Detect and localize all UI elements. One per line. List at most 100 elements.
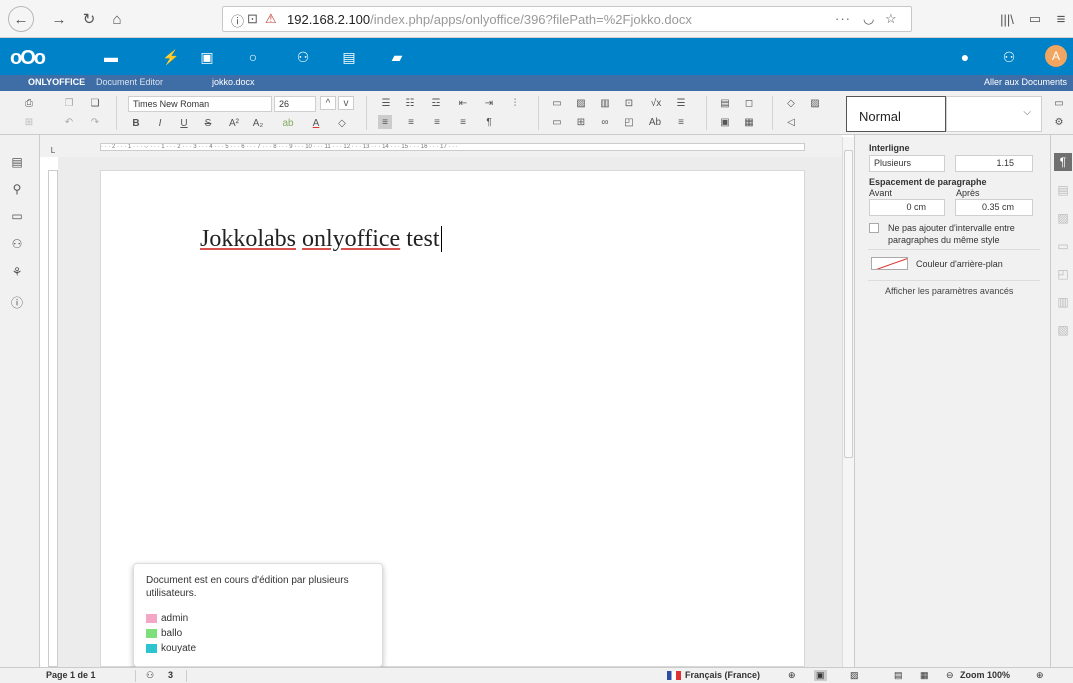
superscript-button[interactable]: A² (226, 116, 242, 130)
spacing-after-input[interactable]: 0.35 cm (955, 199, 1033, 216)
avatar[interactable]: A (1045, 45, 1067, 67)
contacts-menu-icon[interactable]: ⚇ (1000, 48, 1018, 66)
image-settings-icon[interactable]: ▨ (1054, 209, 1072, 227)
copy-style-icon[interactable]: ▨ (808, 96, 822, 110)
italic-button[interactable]: I (154, 116, 166, 130)
increase-indent-icon[interactable]: ⇥ (482, 96, 496, 110)
subscript-button[interactable]: A₂ (250, 116, 266, 130)
advanced-settings-link[interactable]: Afficher les paramètres avancés (885, 286, 1013, 296)
insert-chart-icon[interactable]: ▥ (598, 96, 612, 110)
columns-icon[interactable]: ≡ (674, 115, 688, 129)
highlight-icon[interactable]: ab (278, 116, 298, 130)
shading-icon[interactable]: ◇ (332, 116, 352, 130)
numbering-icon[interactable]: ☷ (402, 96, 418, 110)
zoom-in-icon[interactable]: ⊕ (1036, 670, 1044, 681)
advanced-settings-icon[interactable]: ⚙ (1050, 115, 1068, 129)
style-normal-preset[interactable]: Normal (846, 96, 946, 132)
spellcheck-icon[interactable]: ▣ (814, 670, 827, 681)
files-icon[interactable]: ▬ (102, 48, 120, 66)
back-icon[interactable]: ← (8, 6, 34, 32)
nextcloud-logo[interactable]: oOo (10, 47, 46, 70)
insert-shape-icon[interactable]: ◰ (622, 115, 636, 129)
insecure-lock-icon[interactable]: ⚠ (265, 11, 277, 27)
permissions-icon[interactable]: ⊡ (247, 11, 258, 27)
sidebar-icon[interactable]: ▭ (1024, 8, 1046, 30)
save-icon[interactable]: ⊞ (22, 115, 36, 129)
insert-link-icon[interactable]: ∞ (598, 115, 612, 129)
line-spacing-icon[interactable]: ⫶ (508, 96, 522, 110)
tab-stop-icon[interactable]: L (48, 143, 58, 157)
insert-textbox-icon[interactable]: ⊡ (622, 96, 636, 110)
decrease-indent-icon[interactable]: ⇤ (456, 96, 470, 110)
bullets-icon[interactable]: ☰ (378, 96, 394, 110)
insert-textart-icon[interactable]: Ab (646, 115, 664, 129)
library-icon[interactable]: |||\ (996, 8, 1018, 30)
align-center-icon[interactable]: ≡ (404, 115, 418, 129)
page-actions-icon[interactable]: ··· (835, 11, 851, 26)
plugins-icon[interactable]: ⚘ (8, 263, 26, 281)
document-text[interactable]: Jokkolabs onlyoffice test​ (200, 226, 442, 253)
vertical-ruler[interactable] (48, 170, 58, 667)
page-margins-icon[interactable]: ◻ (742, 96, 756, 110)
notifications-icon[interactable]: ● (956, 48, 974, 66)
gallery-icon[interactable]: ▣ (198, 48, 216, 66)
no-interval-checkbox[interactable] (869, 223, 879, 233)
zoom-level[interactable]: Zoom 100% (960, 670, 1010, 680)
font-color-icon[interactable]: A (306, 116, 326, 130)
print-icon[interactable]: ⎙ (22, 96, 36, 110)
redo-icon[interactable]: ↷ (88, 115, 102, 129)
header-footer-settings-icon[interactable]: ▭ (1054, 237, 1072, 255)
menu-icon[interactable]: ≡ (1050, 8, 1072, 30)
page-info[interactable]: Page 1 de 1 (46, 670, 96, 680)
undo-icon[interactable]: ↶ (62, 115, 76, 129)
horizontal-ruler[interactable]: · · · 2 · · · 1 · · · ⌵ · · · 1 · · · 2 … (100, 143, 805, 151)
increase-font-icon[interactable]: ^ (320, 96, 336, 110)
font-name-select[interactable]: Times New Roman (128, 96, 272, 112)
shape-settings-icon[interactable]: ◰ (1054, 265, 1072, 283)
insert-page-break-icon[interactable]: ▭ (550, 96, 564, 110)
strikethrough-button[interactable]: S (202, 116, 214, 130)
info-icon[interactable]: ⓘ (231, 11, 244, 30)
url-bar[interactable]: ⓘ ⊡ ⚠ 192.168.2.100/index.php/apps/onlyo… (222, 6, 912, 32)
users-count[interactable]: 3 (168, 670, 173, 680)
paste-icon[interactable]: ❏ (88, 96, 102, 110)
copy-icon[interactable]: ❐ (62, 96, 76, 110)
paragraph-marks-icon[interactable]: ¶ (482, 115, 496, 129)
language-select[interactable]: Français (France) (685, 670, 760, 680)
pocket-icon[interactable]: ◡ (863, 11, 874, 27)
zoom-out-icon[interactable]: ⊖ (946, 670, 954, 681)
table-settings-icon[interactable]: ▤ (1054, 181, 1072, 199)
contacts-icon[interactable]: ⚇ (294, 48, 312, 66)
forward-icon[interactable]: → (48, 8, 70, 30)
bold-button[interactable]: B (130, 116, 142, 130)
line-spacing-type-select[interactable]: Plusieurs (869, 155, 945, 172)
textart-settings-icon[interactable]: ▧ (1054, 321, 1072, 339)
underline-button[interactable]: U (178, 116, 190, 130)
clear-style-icon[interactable]: ◇ (784, 96, 798, 110)
chat-icon[interactable]: ⚇ (8, 235, 26, 253)
insert-header-icon[interactable]: ▭ (550, 115, 564, 129)
goto-documents-link[interactable]: Aller aux Documents (984, 77, 1067, 87)
about-icon[interactable]: ⓘ (8, 293, 26, 311)
track-changes-icon[interactable]: ▨ (850, 670, 859, 681)
view-settings-icon[interactable]: ▭ (1050, 96, 1068, 110)
insert-table-icon[interactable]: ⊞ (574, 115, 588, 129)
page-size-icon[interactable]: ▣ (718, 115, 732, 129)
search-icon[interactable]: ⚲ (8, 180, 26, 198)
fit-page-icon[interactable]: ▤ (894, 670, 903, 681)
line-spacing-value-input[interactable]: 1.15 (955, 155, 1033, 172)
page-orientation-icon[interactable]: ▤ (718, 96, 732, 110)
scrollbar-thumb[interactable] (844, 150, 853, 458)
globe-icon[interactable]: ⊕ (788, 670, 796, 681)
calendar-icon[interactable]: ▤ (340, 48, 358, 66)
chart-settings-icon[interactable]: ▥ (1054, 293, 1072, 311)
background-color-picker[interactable] (871, 257, 908, 270)
deck-icon[interactable]: ▰ (388, 48, 406, 66)
insert-equation-icon[interactable]: √x (648, 96, 664, 110)
url-text[interactable]: 192.168.2.100/index.php/apps/onlyoffice/… (287, 12, 692, 27)
spacing-before-input[interactable]: 0 cm (869, 199, 945, 216)
bookmark-star-icon[interactable]: ☆ (885, 11, 897, 27)
style-gallery[interactable]: ⌵ (946, 96, 1042, 132)
search-icon[interactable]: ○ (244, 48, 262, 66)
align-right-icon[interactable]: ≡ (430, 115, 444, 129)
